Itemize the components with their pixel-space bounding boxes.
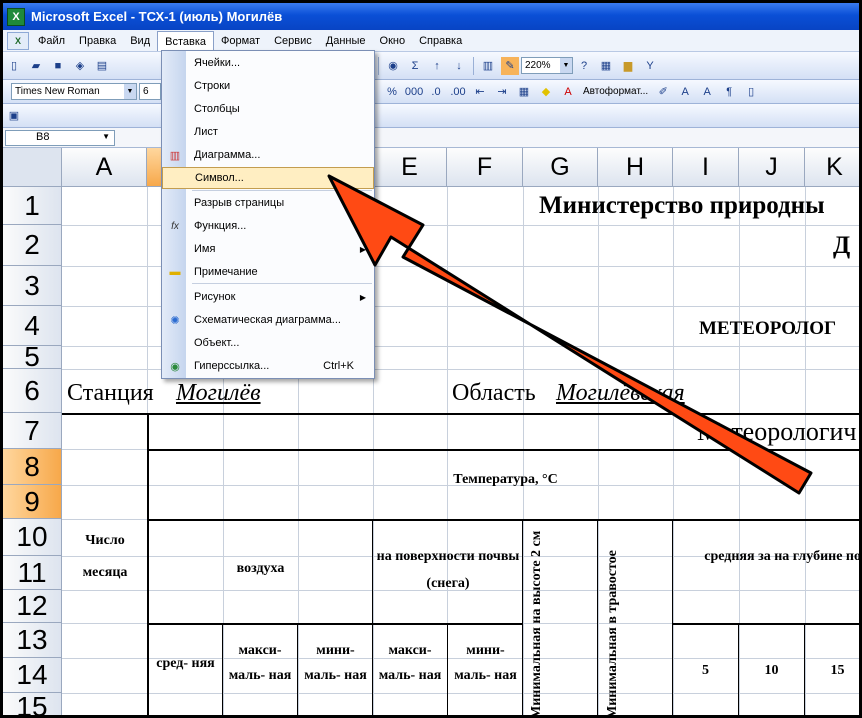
red-arrow-shape [327, 174, 813, 495]
excel-window: X Microsoft Excel - ТСХ-1 (июль) Могилёв… [0, 0, 862, 718]
annotation-arrow [327, 174, 813, 495]
